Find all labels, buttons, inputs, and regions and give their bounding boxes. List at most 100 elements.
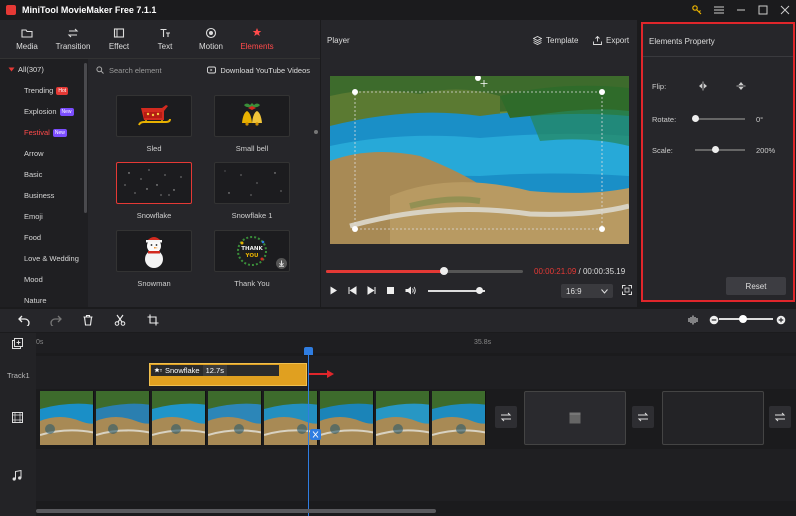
download-icon[interactable] [276,258,287,269]
download-youtube-label: Download YouTube Videos [220,65,310,75]
play-icon[interactable] [329,286,338,295]
template-button[interactable]: Template [533,36,578,45]
stop-icon[interactable] [386,286,395,295]
next-frame-icon[interactable] [367,286,376,295]
scale-slider[interactable] [695,149,745,151]
add-track-icon[interactable] [12,338,23,349]
tab-effect[interactable]: Effect [96,20,142,58]
video-preview[interactable] [330,76,629,244]
fullscreen-icon[interactable] [622,285,632,295]
transition-slot-button[interactable] [769,406,791,428]
rotate-handle[interactable] [692,115,699,122]
key-icon[interactable] [686,0,708,20]
preview-frame [330,76,629,244]
element-thumbnail [214,95,290,137]
download-youtube-link[interactable]: Download YouTube Videos [207,66,310,75]
category-basic[interactable]: Basic [0,164,88,185]
timeline-scrollbar[interactable] [36,509,436,513]
playhead-handle[interactable] [304,347,313,355]
delete-icon[interactable] [82,314,94,326]
reset-button[interactable]: Reset [726,277,786,295]
close-button[interactable] [774,0,796,20]
app-logo-icon [6,5,16,15]
zoom-out-icon[interactable] [709,315,719,325]
video-clip[interactable] [40,391,488,445]
category-love-wedding[interactable]: Love & Wedding [0,248,88,269]
category-label: All(307) [18,65,44,74]
hot-badge: Hot [56,86,69,95]
category-label: Arrow [24,149,44,158]
category-mood[interactable]: Mood [0,269,88,290]
fit-timeline-icon[interactable] [688,315,698,325]
crop-icon[interactable] [147,314,159,326]
category-all[interactable]: All(307) [0,59,88,80]
snowflake-element-clip[interactable]: Snowflake 12.7s [149,363,307,386]
text-icon [160,28,170,37]
flip-horizontal-icon[interactable] [698,81,708,91]
panel-resize-dot[interactable] [314,130,318,134]
rotate-slider[interactable] [695,118,745,120]
redo-icon[interactable] [50,314,62,326]
category-business[interactable]: Business [0,185,88,206]
category-trending[interactable]: Trending Hot [0,80,88,101]
element-small-bell[interactable]: Small bell [214,95,290,153]
tab-text[interactable]: Text [142,20,188,58]
tab-transition[interactable]: Transition [50,20,96,58]
element-snowflake[interactable]: Snowflake [116,162,192,220]
element-snowman[interactable]: Snowman [116,230,192,288]
thank-you-icon: THANK YOU [237,236,267,266]
split-icon[interactable] [114,314,126,326]
clip-split-marker[interactable] [310,429,321,440]
category-label: Mood [24,275,43,284]
undo-icon[interactable] [18,314,30,326]
category-festival[interactable]: Festival New [0,122,88,143]
playhead-line[interactable] [308,352,309,516]
svg-text:YOU: YOU [245,253,259,259]
element-sled[interactable]: Sled [116,95,192,153]
category-nature[interactable]: Nature [0,290,88,307]
export-button[interactable]: Export [593,36,629,45]
menu-icon[interactable] [708,0,730,20]
seek-bar[interactable] [326,267,523,275]
property-divider [643,56,793,57]
category-list: All(307) Trending Hot Explosion New Fest… [0,59,88,307]
sled-icon [138,105,171,126]
empty-clip-slot[interactable] [662,391,764,445]
flip-vertical-icon[interactable] [736,81,746,91]
ruler-end-label: 35.8s [474,339,492,346]
category-food[interactable]: Food [0,227,88,248]
transition-slot-button[interactable] [632,406,654,428]
empty-clip-slot[interactable] [524,391,626,445]
aspect-ratio-select[interactable]: 16:9 [561,284,613,298]
swap-icon [500,412,512,422]
volume-icon[interactable] [405,286,416,295]
video-thumbnail [320,391,374,445]
tab-elements[interactable]: Elements [234,20,280,58]
element-thank-you[interactable]: THANK YOU Thank You [214,230,290,288]
transition-slot-button[interactable] [495,406,517,428]
maximize-button[interactable] [752,0,774,20]
volume-handle[interactable] [476,287,484,294]
time-display: 00:00:21.09 / 00:00:35.19 [534,267,625,276]
category-explosion[interactable]: Explosion New [0,101,88,122]
minimize-button[interactable] [730,0,752,20]
tab-media[interactable]: Media [4,20,50,58]
element-thumbnail [116,95,192,137]
category-emoji[interactable]: Emoji [0,206,88,227]
element-label: Small bell [235,144,269,153]
element-snowflake-1[interactable]: Snowflake 1 [214,162,290,220]
audio-track-lane[interactable] [36,449,796,501]
tab-motion[interactable]: Motion [188,20,234,58]
time-ruler[interactable]: 0s 35.8s [36,333,796,353]
video-thumbnail [40,391,94,445]
tab-elements-label: Elements [240,42,274,51]
category-scrollbar[interactable] [84,63,87,213]
search-input[interactable]: Search element [109,66,162,75]
category-arrow[interactable]: Arrow [0,143,88,164]
seek-handle[interactable] [440,267,449,275]
previous-frame-icon[interactable] [348,286,357,295]
video-thumbnail [432,391,486,445]
scale-handle[interactable] [712,146,719,153]
zoom-in-icon[interactable] [776,315,786,325]
title-bar: MiniTool MovieMaker Free 7.1.1 [0,0,796,20]
